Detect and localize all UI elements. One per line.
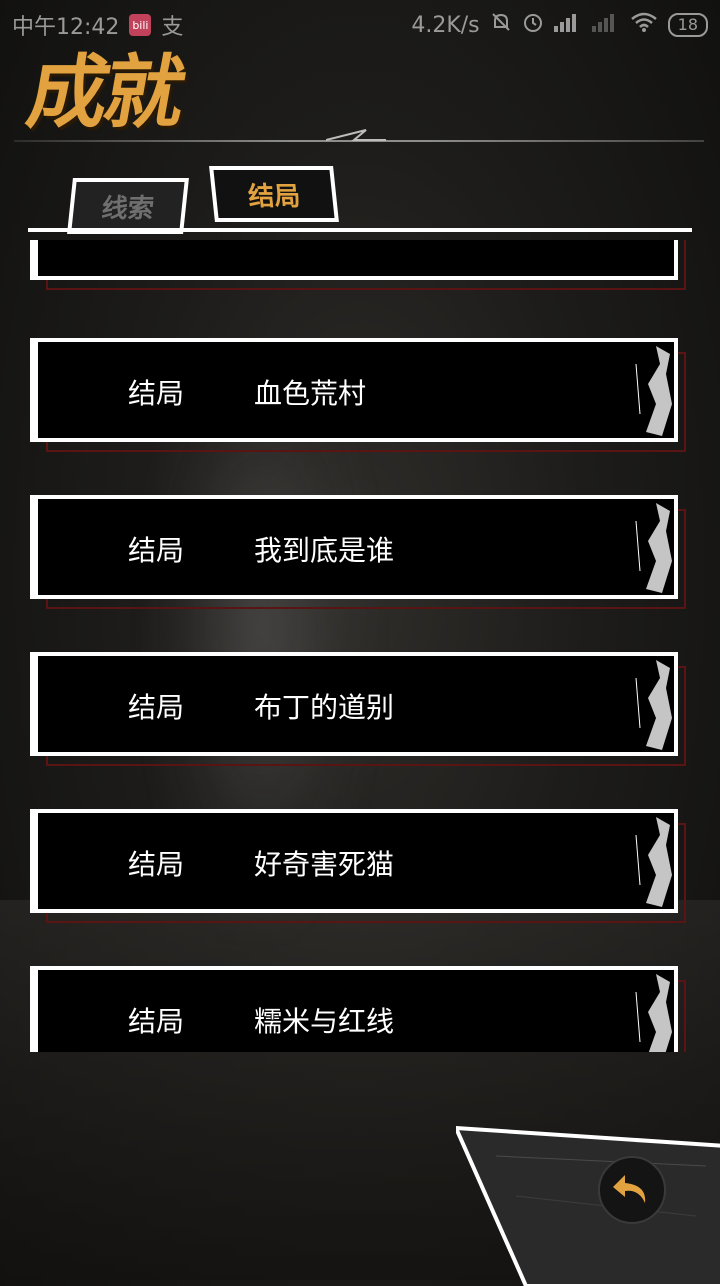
back-button[interactable] — [598, 1156, 666, 1224]
ending-name: 血色荒村 — [254, 377, 367, 410]
tab-clues-label: 线索 — [100, 193, 156, 224]
mute-bell-icon — [490, 11, 512, 39]
ending-name: 糯米与红线 — [254, 1005, 395, 1038]
ending-name: 布丁的道别 — [254, 691, 395, 724]
ink-splatter-decoration — [635, 346, 672, 436]
back-arrow-icon — [613, 1175, 646, 1203]
ending-name: 我到底是谁 — [254, 534, 395, 567]
ending-label: 结局 — [128, 1005, 185, 1038]
signal-icon — [553, 12, 582, 38]
status-bar: 中午12:42 bili 支 4.2K/s 18 — [0, 0, 720, 50]
ending-label: 结局 — [128, 534, 185, 567]
status-left: 中午12:42 bili 支 — [12, 9, 183, 41]
ink-splatter-decoration — [635, 660, 672, 750]
list-item[interactable]: 结局 糯米与红线 — [30, 966, 686, 1052]
status-time: 中午12:42 — [12, 15, 120, 40]
signal-2-icon — [591, 12, 620, 38]
tab-endings[interactable]: 结局 — [209, 166, 339, 222]
list-item[interactable]: 结局 血色荒村 — [30, 338, 686, 452]
ending-label: 结局 — [128, 848, 185, 881]
tabs-underline — [28, 228, 692, 232]
list-item[interactable]: 结局 布丁的道别 — [30, 652, 686, 766]
ending-label: 结局 — [128, 377, 185, 410]
list-item-partial[interactable] — [30, 240, 686, 290]
bilibili-icon: bili — [129, 14, 152, 36]
ink-splatter-decoration — [635, 974, 672, 1052]
card-frame — [30, 240, 678, 280]
list-item[interactable]: 结局 好奇害死猫 — [30, 809, 686, 923]
ending-label: 结局 — [128, 691, 185, 724]
ending-name: 好奇害死猫 — [254, 848, 395, 881]
endings-list[interactable]: 结局 血色荒村 结局 我到底是谁 结局 布丁的道别 结局 好奇害死猫 结局 糯米… — [0, 240, 720, 1052]
tab-endings-label: 结局 — [246, 181, 302, 212]
list-item[interactable]: 结局 我到底是谁 — [30, 495, 686, 609]
ink-splatter-decoration — [635, 503, 672, 593]
alipay-icon: 支 — [161, 15, 184, 40]
battery-icon: 18 — [667, 13, 708, 37]
tab-clues[interactable]: 线索 — [67, 178, 189, 234]
back-button-panel — [456, 1126, 720, 1286]
status-right: 4.2K/s 18 — [411, 11, 708, 39]
wifi-icon — [630, 11, 658, 39]
title-divider-accent — [326, 129, 386, 141]
network-speed: 4.2K/s — [411, 12, 480, 38]
alarm-icon — [522, 11, 544, 39]
ink-splatter-decoration — [635, 817, 672, 907]
